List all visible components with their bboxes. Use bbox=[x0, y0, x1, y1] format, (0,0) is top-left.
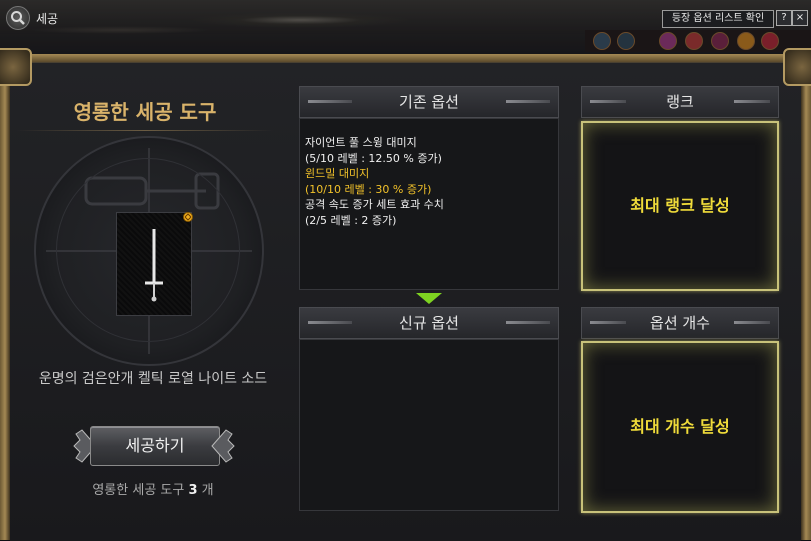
existing-options-list: 자이언트 풀 스윙 대미지 (5/10 레벨 : 12.50 % 증가) 윈드밀 대… bbox=[305, 135, 444, 228]
skill-slot-icon bbox=[711, 32, 729, 50]
header-ornament bbox=[308, 100, 352, 103]
existing-options-header: 기존 옵션 bbox=[299, 86, 559, 118]
item-name: 운명의 검은안개 켈틱 로열 나이트 소드 bbox=[38, 371, 268, 387]
rank-header: 랭크 bbox=[581, 86, 779, 118]
frame-corner-ornament bbox=[783, 48, 811, 86]
header-ornament bbox=[506, 100, 550, 103]
tool-count-value: 3 bbox=[188, 483, 198, 498]
refine-button[interactable]: 세공하기 bbox=[72, 422, 236, 470]
header-ornament bbox=[590, 321, 626, 324]
header-ornament bbox=[506, 321, 550, 324]
help-button[interactable]: ? bbox=[776, 10, 792, 26]
frame-top-border bbox=[0, 54, 811, 62]
sword-icon bbox=[145, 229, 163, 302]
header-ornament bbox=[590, 100, 626, 103]
rank-status: 최대 랭크 달성 bbox=[630, 196, 730, 215]
header-ornament bbox=[734, 100, 770, 103]
rank-title: 랭크 bbox=[666, 93, 694, 111]
new-options-panel bbox=[299, 339, 559, 511]
tool-title: 영롱한 세공 도구 bbox=[73, 100, 217, 124]
option-line: (10/10 레벨 : 30 % 증가) bbox=[305, 182, 432, 196]
option-line: 윈드밀 대미지 bbox=[305, 167, 370, 180]
skill-slot-icon bbox=[593, 32, 611, 50]
option-line: 자이언트 풀 스윙 대미지 bbox=[305, 136, 417, 149]
skill-slot-icon bbox=[659, 32, 677, 50]
exchange-icon bbox=[182, 207, 194, 222]
tool-count: 영롱한 세공 도구 3 개 bbox=[20, 479, 286, 498]
option-count-status: 최대 개수 달성 bbox=[630, 417, 730, 436]
frame-corner-ornament bbox=[0, 48, 32, 86]
skill-slot-icon bbox=[761, 32, 779, 50]
option-count-status-box: 최대 개수 달성 bbox=[581, 341, 779, 513]
rank-status-box: 최대 랭크 달성 bbox=[581, 121, 779, 291]
skill-slot-icon bbox=[737, 32, 755, 50]
existing-options-title: 기존 옵션 bbox=[399, 93, 459, 111]
option-count-title: 옵션 개수 bbox=[650, 314, 710, 332]
new-options-header: 신규 옵션 bbox=[299, 307, 559, 339]
search-icon bbox=[6, 6, 30, 30]
close-button[interactable]: × bbox=[792, 10, 808, 26]
skill-slot-icon bbox=[685, 32, 703, 50]
refine-button-label[interactable]: 세공하기 bbox=[90, 426, 220, 466]
skill-bar-background bbox=[585, 30, 811, 52]
title-divider bbox=[16, 130, 274, 131]
option-count-header: 옵션 개수 bbox=[581, 307, 779, 339]
tool-count-prefix: 영롱한 세공 도구 bbox=[92, 483, 185, 498]
header-ornament bbox=[734, 321, 770, 324]
title-bar: 세공 등장 옵션 리스트 확인 ? × bbox=[0, 0, 811, 56]
right-wing-ornament-icon bbox=[211, 429, 235, 463]
existing-options-panel: 자이언트 풀 스윙 대미지 (5/10 레벨 : 12.50 % 증가) 윈드밀 대… bbox=[299, 118, 559, 290]
option-line: (2/5 레벨 : 2 증가) bbox=[305, 213, 397, 227]
new-options-title: 신규 옵션 bbox=[399, 314, 459, 332]
frame-right-border bbox=[801, 54, 811, 540]
item-slot[interactable] bbox=[116, 212, 192, 316]
down-arrow-icon bbox=[416, 293, 442, 304]
frame-left-border bbox=[0, 54, 10, 540]
option-line: 공격 속도 증가 세트 효과 수치 bbox=[305, 198, 444, 211]
header-ornament bbox=[308, 321, 352, 324]
window-title: 세공 bbox=[36, 12, 59, 26]
option-line: (5/10 레벨 : 12.50 % 증가) bbox=[305, 151, 442, 165]
skill-slot-icon bbox=[617, 32, 635, 50]
tool-count-suffix: 개 bbox=[201, 483, 214, 498]
option-list-button[interactable]: 등장 옵션 리스트 확인 bbox=[662, 10, 774, 28]
